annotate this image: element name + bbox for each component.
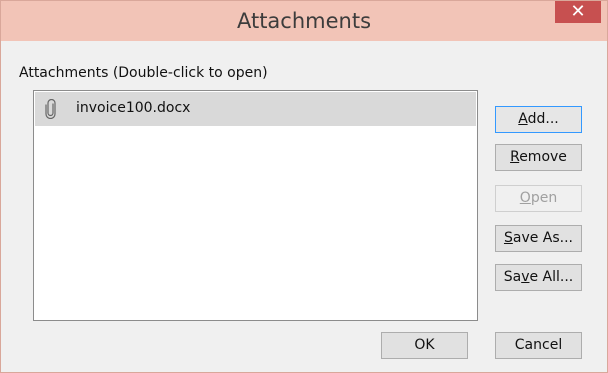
add-label-rest: dd... bbox=[527, 111, 559, 127]
open-label-rest: pen bbox=[530, 190, 558, 206]
add-button[interactable]: Add... bbox=[495, 106, 582, 133]
close-button[interactable]: ✕ bbox=[555, 1, 601, 23]
attachments-listbox[interactable]: invoice100.docx bbox=[33, 90, 478, 321]
paperclip-icon bbox=[45, 99, 56, 119]
save-all-label-rest: e All... bbox=[529, 269, 574, 285]
open-button[interactable]: Open bbox=[495, 185, 582, 212]
save-as-button[interactable]: Save As... bbox=[495, 225, 582, 252]
dialog-title: Attachments bbox=[236, 9, 372, 33]
attachment-filename: invoice100.docx bbox=[76, 100, 191, 116]
attachments-list-label: Attachments (Double-click to open) bbox=[19, 65, 268, 81]
remove-button[interactable]: Remove bbox=[495, 144, 582, 171]
save-as-label-rest: ave As... bbox=[512, 230, 574, 246]
list-item[interactable]: invoice100.docx bbox=[35, 92, 476, 126]
add-accelerator: A bbox=[518, 111, 528, 127]
open-accelerator: O bbox=[519, 190, 531, 206]
save-all-label-start: Sa bbox=[503, 269, 522, 285]
remove-label-rest: emove bbox=[519, 149, 567, 165]
save-all-button[interactable]: Save All... bbox=[495, 264, 582, 291]
cancel-button[interactable]: Cancel bbox=[495, 332, 582, 359]
ok-button[interactable]: OK bbox=[381, 332, 468, 359]
remove-accelerator: R bbox=[510, 149, 520, 165]
attachments-dialog: Attachments ✕ Attachments (Double-click … bbox=[0, 0, 608, 373]
save-as-accelerator: S bbox=[503, 230, 513, 246]
title-bar[interactable]: Attachments ✕ bbox=[1, 1, 607, 41]
